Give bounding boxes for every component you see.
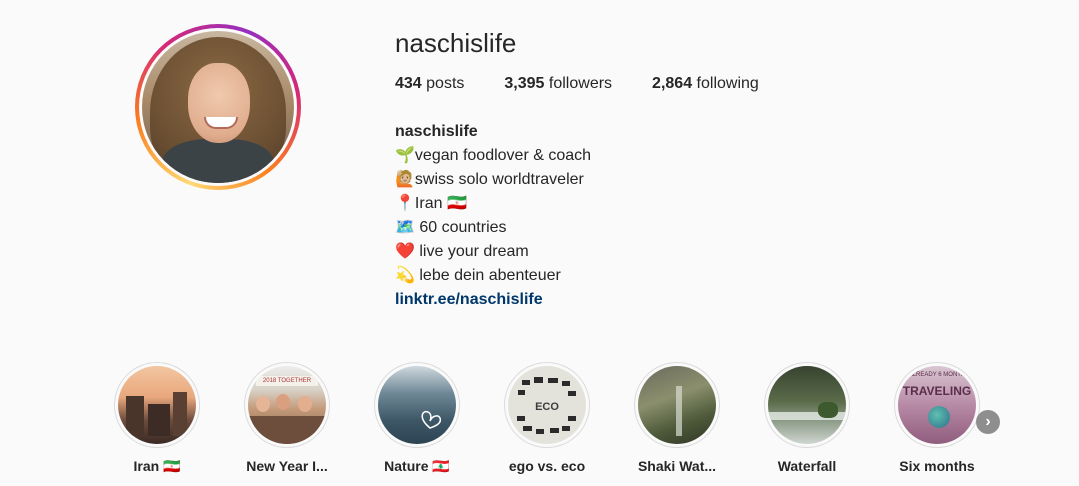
profile-bio: naschislife 🌱vegan foodlover & coach 🙋🏼s… <box>395 120 591 312</box>
profile-username: naschislife <box>395 28 517 58</box>
following-stat[interactable]: 2,864 following <box>652 75 759 93</box>
heart-icon <box>421 410 442 429</box>
story-highlights: Iran 🇮🇷 2018 TOGETHER New Year I... Natu… <box>114 362 1024 475</box>
followers-label: followers <box>548 75 613 92</box>
globe-heart-icon <box>928 406 950 428</box>
animals-icon: ECO <box>517 377 576 434</box>
highlight-waterfall[interactable]: Waterfall <box>764 362 850 475</box>
highlight-label: Six months <box>899 458 975 474</box>
highlight-cover <box>768 366 846 444</box>
highlight-iran[interactable]: Iran 🇮🇷 <box>114 362 200 475</box>
six-top-text: ALREADY 6 MONTH <box>908 372 966 378</box>
highlight-label: Shaki Wat... <box>637 458 717 474</box>
highlight-cover: ECO <box>508 366 586 444</box>
profile-stats: 434 posts 3,395 followers 2,864 followin… <box>395 75 799 93</box>
highlight-cover <box>638 366 716 444</box>
highlight-cover: ALREADY 6 MONTH TRAVELING <box>898 366 976 444</box>
highlight-six-months[interactable]: ALREADY 6 MONTH TRAVELING Six months <box>894 362 980 475</box>
highlight-cover: 2018 TOGETHER <box>248 366 326 444</box>
bio-link[interactable]: linktr.ee/naschislife <box>395 288 591 312</box>
highlight-ego-eco[interactable]: ECO ego vs. eco <box>504 362 590 475</box>
highlight-label: Iran 🇮🇷 <box>133 458 181 474</box>
bio-line: 🗺️ 60 countries <box>395 219 507 236</box>
avatar <box>142 31 294 183</box>
highlight-ring <box>634 362 720 448</box>
bio-name: naschislife <box>395 123 478 140</box>
avatar-face <box>188 63 250 143</box>
highlight-nature[interactable]: Nature 🇱🇧 <box>374 362 460 475</box>
profile-avatar-ring[interactable] <box>135 24 301 190</box>
following-count: 2,864 <box>652 75 693 92</box>
highlight-ring <box>114 362 200 448</box>
following-label: following <box>696 75 759 92</box>
highlight-ring <box>374 362 460 448</box>
newyear-sign: 2018 TOGETHER <box>256 376 318 386</box>
followers-count: 3,395 <box>504 75 545 92</box>
highlight-label: ego vs. eco <box>508 458 586 474</box>
posts-label: posts <box>426 75 465 92</box>
highlight-ring: 2018 TOGETHER <box>244 362 330 448</box>
highlight-ring: ECO <box>504 362 590 448</box>
six-text: TRAVELING <box>902 384 972 398</box>
highlight-new-year[interactable]: 2018 TOGETHER New Year I... <box>244 362 330 475</box>
highlight-label: Nature 🇱🇧 <box>384 458 450 474</box>
bio-line: 💫 lebe dein abenteuer <box>395 267 561 284</box>
bio-line: 🙋🏼swiss solo worldtraveler <box>395 171 584 188</box>
highlight-ring <box>764 362 850 448</box>
highlight-cover <box>378 366 456 444</box>
posts-stat: 434 posts <box>395 75 464 93</box>
highlight-ring: ALREADY 6 MONTH TRAVELING <box>894 362 980 448</box>
followers-stat[interactable]: 3,395 followers <box>504 75 612 93</box>
posts-count: 434 <box>395 75 422 92</box>
highlight-cover <box>118 366 196 444</box>
chevron-right-icon: › <box>985 413 991 430</box>
avatar-gap <box>139 28 297 186</box>
highlights-next-button[interactable]: › <box>976 410 1000 434</box>
bio-line: 🌱vegan foodlover & coach <box>395 147 592 164</box>
avatar-sweater <box>162 139 274 183</box>
eco-text: ECO <box>535 401 559 413</box>
bio-line: ❤️ live your dream <box>395 243 529 260</box>
highlight-label: Waterfall <box>777 458 837 474</box>
bio-line: 📍Iran 🇮🇷 <box>395 195 467 212</box>
highlight-label: New Year I... <box>246 458 328 474</box>
highlight-shaki-waterfall[interactable]: Shaki Wat... <box>634 362 720 475</box>
